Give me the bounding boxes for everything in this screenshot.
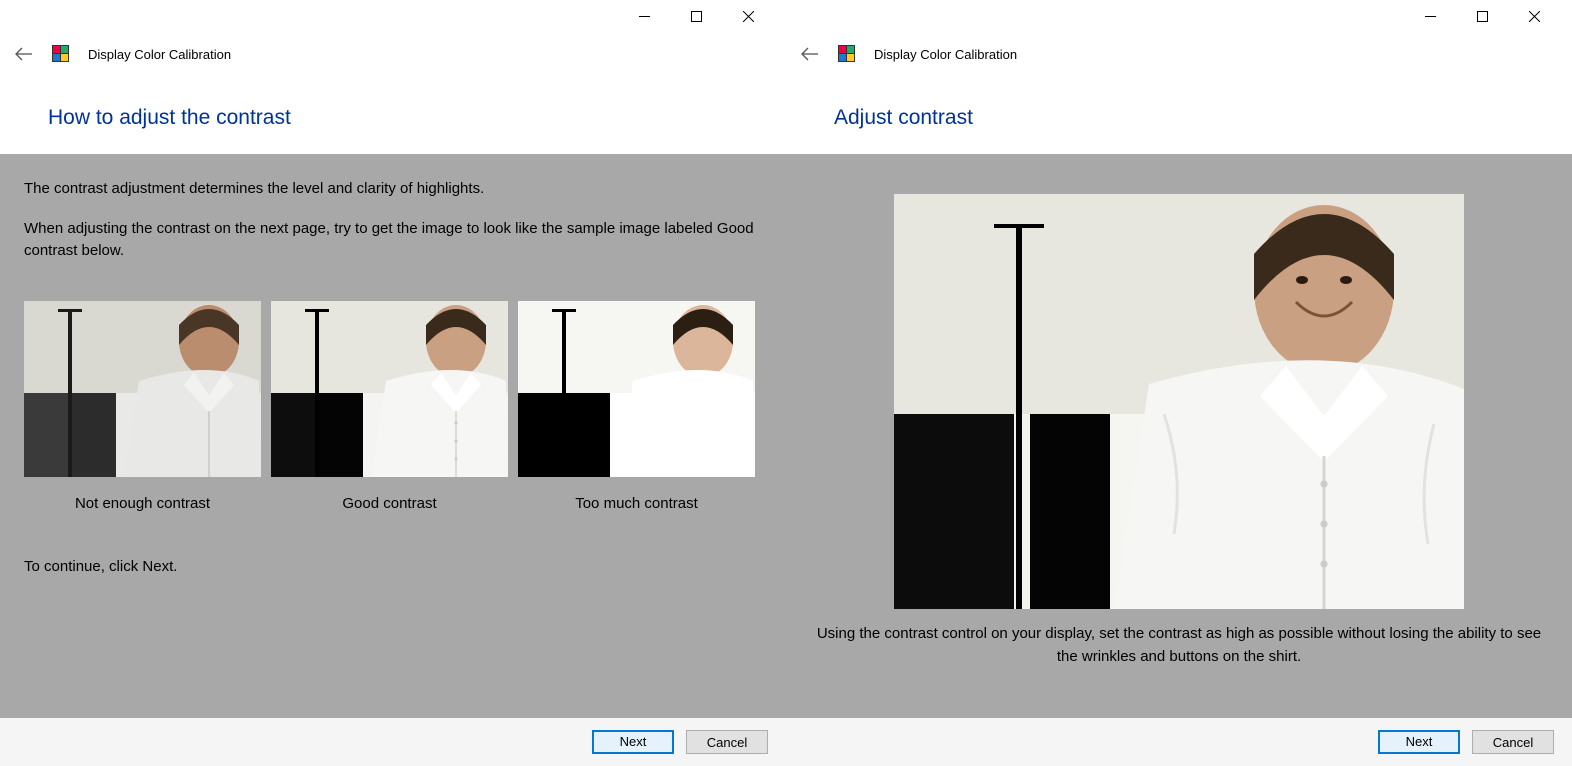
continue-text: To continue, click Next. — [24, 558, 762, 575]
maximize-button[interactable] — [1468, 6, 1496, 26]
sample-not-enough: Not enough contrast — [24, 301, 261, 512]
intro-para-2: When adjusting the contrast on the next … — [24, 218, 762, 262]
header: Display Color Calibration — [0, 32, 786, 76]
reference-image-area: Using the contrast control on your displ… — [804, 154, 1554, 710]
window-how-to-adjust-contrast: Display Color Calibration How to adjust … — [0, 0, 786, 766]
close-button[interactable] — [734, 6, 762, 26]
cancel-button[interactable]: Cancel — [686, 730, 768, 754]
app-title: Display Color Calibration — [874, 47, 1017, 62]
window-controls — [630, 6, 786, 26]
titlebar — [786, 0, 1572, 32]
page-heading: Adjust contrast — [834, 106, 1572, 130]
close-button[interactable] — [1520, 6, 1548, 26]
instruction-text: Using the contrast control on your displ… — [804, 623, 1554, 668]
sample-too-much: Too much contrast — [518, 301, 755, 512]
app-title: Display Color Calibration — [88, 47, 231, 62]
sample-image-good — [271, 301, 508, 477]
sample-image-not-enough — [24, 301, 261, 477]
content-area: Using the contrast control on your displ… — [786, 154, 1572, 718]
header: Display Color Calibration — [786, 32, 1572, 76]
footer: Next Cancel — [0, 718, 786, 766]
page-heading: How to adjust the contrast — [48, 106, 786, 130]
intro-para-1: The contrast adjustment determines the l… — [24, 178, 762, 200]
window-controls — [1416, 6, 1572, 26]
maximize-button[interactable] — [682, 6, 710, 26]
footer: Next Cancel — [786, 718, 1572, 766]
back-arrow-icon[interactable] — [800, 44, 820, 64]
minimize-button[interactable] — [1416, 6, 1444, 26]
titlebar — [0, 0, 786, 32]
cancel-button[interactable]: Cancel — [1472, 730, 1554, 754]
sample-images-row: Not enough contrast — [24, 301, 762, 512]
reference-image — [894, 194, 1464, 609]
sample-label-good: Good contrast — [271, 495, 508, 512]
heading-area: Adjust contrast — [786, 76, 1572, 154]
content-area: The contrast adjustment determines the l… — [0, 154, 786, 718]
back-arrow-icon[interactable] — [14, 44, 34, 64]
app-icon — [838, 45, 856, 63]
intro-text: The contrast adjustment determines the l… — [24, 178, 762, 279]
heading-area: How to adjust the contrast — [0, 76, 786, 154]
next-button[interactable]: Next — [592, 730, 674, 754]
sample-label-not-enough: Not enough contrast — [24, 495, 261, 512]
window-adjust-contrast: Display Color Calibration Adjust contras… — [786, 0, 1572, 766]
sample-image-too-much — [518, 301, 755, 477]
sample-label-too-much: Too much contrast — [518, 495, 755, 512]
minimize-button[interactable] — [630, 6, 658, 26]
app-icon — [52, 45, 70, 63]
next-button[interactable]: Next — [1378, 730, 1460, 754]
sample-good: Good contrast — [271, 301, 508, 512]
